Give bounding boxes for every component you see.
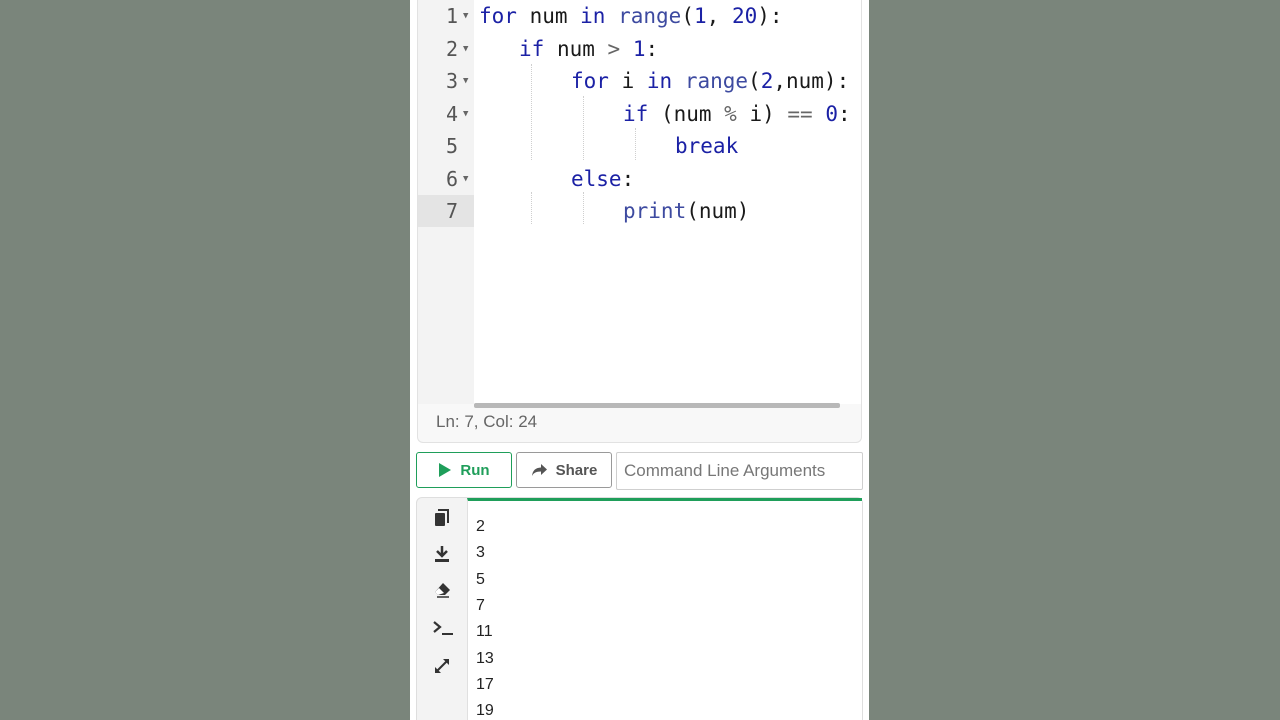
code-token: print [623, 199, 687, 223]
output-line: 17 [476, 675, 494, 693]
share-button[interactable]: Share [516, 452, 612, 488]
code-token: : [645, 36, 659, 61]
output-line: 5 [476, 570, 485, 588]
line-number-text: 7 [446, 199, 459, 223]
console-output[interactable]: 2 3 5 7 11 13 17 19 [467, 498, 862, 720]
code-token: % [724, 101, 737, 126]
indent-guide [531, 64, 532, 160]
code-token: > [607, 36, 621, 61]
code-token: 2 [760, 69, 774, 93]
code-token: 1 [632, 36, 646, 61]
code-line: for i in range(2,num): [571, 65, 849, 97]
code-token: if [519, 36, 545, 61]
indent-guide [583, 96, 584, 160]
code-token: num [544, 36, 608, 61]
eraser-icon[interactable] [431, 579, 453, 601]
fold-arrow-icon[interactable]: ▼ [463, 163, 468, 195]
code-line: print(num) [623, 195, 749, 227]
line-number-gutter: 1 ▼ 2 ▼ 3 ▼ 4 ▼ 5 6 ▼ 7 [418, 0, 474, 404]
cursor-position-status: Ln: 7, Col: 24 [436, 412, 538, 431]
line-number: 6 ▼ [418, 163, 474, 195]
line-number: 2 ▼ [418, 33, 474, 65]
terminal-icon[interactable] [431, 617, 455, 639]
code-token: ( [748, 69, 761, 93]
code-token: == [787, 101, 813, 126]
code-token: 0 [825, 101, 838, 126]
indent-guide [635, 128, 636, 160]
line-number-text: 4 [446, 101, 459, 126]
line-number-text: 5 [446, 134, 459, 158]
output-toolbar [417, 498, 465, 720]
expand-icon[interactable] [431, 655, 453, 677]
code-token: i) [736, 101, 788, 126]
code-token: 20 [731, 4, 758, 28]
line-number: 1 ▼ [418, 0, 474, 32]
code-editor[interactable]: 1 ▼ 2 ▼ 3 ▼ 4 ▼ 5 6 ▼ 7 for num in range(1, 20): if … [417, 0, 862, 443]
code-token: in [580, 4, 606, 28]
line-number: 7 [418, 195, 474, 227]
run-button[interactable]: Run [416, 452, 512, 488]
code-token: for [479, 4, 517, 28]
output-line: 7 [476, 596, 485, 614]
code-token: (num [648, 101, 725, 126]
app-screen: 1 ▼ 2 ▼ 3 ▼ 4 ▼ 5 6 ▼ 7 for num in range(1, 20): if … [410, 0, 869, 720]
play-icon [439, 463, 452, 477]
output-line: 2 [476, 518, 485, 535]
code-token: if [623, 101, 649, 126]
code-token: (num) [686, 199, 750, 223]
line-number: 3 ▼ [418, 65, 474, 97]
indent-guide [531, 192, 532, 224]
code-token: else [571, 166, 622, 191]
code-token: , [706, 4, 732, 28]
code-token: ( [681, 4, 694, 28]
line-number-text: 1 [446, 4, 459, 28]
code-token: in [646, 69, 673, 93]
fold-arrow-icon[interactable]: ▼ [463, 33, 468, 65]
line-number-text: 6 [446, 166, 459, 191]
fold-arrow-icon[interactable]: ▼ [463, 98, 468, 130]
fold-arrow-icon[interactable]: ▼ [463, 0, 468, 32]
horizontal-scrollbar[interactable] [474, 403, 840, 408]
code-token: num [516, 4, 581, 28]
run-button-label: Run [460, 461, 490, 479]
code-token: range [618, 4, 682, 28]
code-token: : [621, 166, 635, 191]
output-line: 3 [476, 544, 485, 562]
code-token: range [684, 69, 749, 93]
code-line: for num in range(1, 20): [479, 0, 783, 32]
code-token: ): [757, 4, 783, 28]
line-number: 5 [418, 130, 474, 162]
code-line: break [675, 130, 738, 162]
code-token: ,num): [773, 69, 850, 93]
share-button-label: Share [555, 461, 598, 479]
code-token: : [838, 101, 851, 126]
line-number-text: 2 [446, 36, 459, 61]
line-number: 4 ▼ [418, 98, 474, 130]
output-line: 13 [476, 649, 494, 667]
output-line: 19 [476, 702, 494, 720]
code-line: if (num % i) == 0: [623, 98, 851, 130]
output-line: 11 [476, 623, 493, 641]
share-arrow-icon [531, 464, 547, 476]
code-token: 1 [693, 4, 707, 28]
code-token: break [675, 134, 739, 158]
code-area[interactable]: for num in range(1, 20): if num > 1: for i… [474, 0, 861, 404]
code-line: if num > 1: [519, 33, 658, 65]
indent-guide [583, 192, 584, 224]
code-token: i [608, 69, 647, 93]
output-panel: 2 3 5 7 11 13 17 19 [416, 497, 863, 720]
command-line-arguments-input[interactable] [616, 452, 863, 490]
copy-icon[interactable] [431, 507, 453, 529]
code-line: else: [571, 163, 634, 195]
fold-arrow-icon[interactable]: ▼ [463, 65, 468, 97]
line-number-text: 3 [446, 69, 459, 93]
code-token: for [571, 69, 609, 93]
download-icon[interactable] [431, 543, 453, 565]
